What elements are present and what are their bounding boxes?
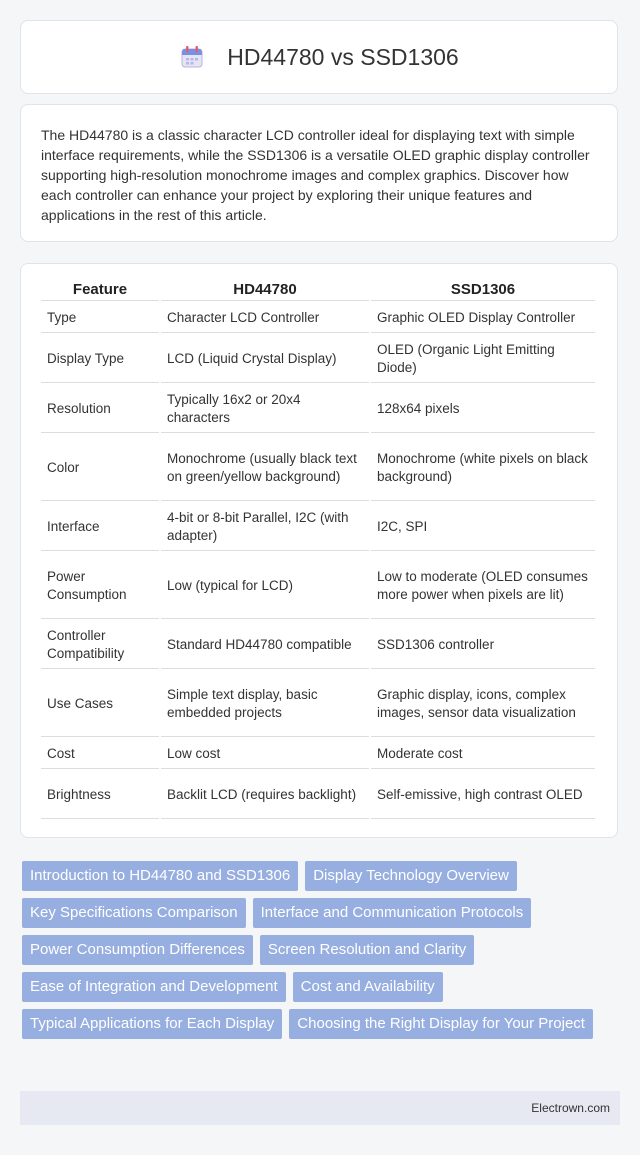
- cell-feature: Power Consumption: [41, 553, 159, 619]
- topic-tag[interactable]: Cost and Availability: [292, 972, 443, 1002]
- table-row: Resolution Typically 16x2 or 20x4 charact…: [41, 385, 595, 433]
- cell-ssd1306: SSD1306 controller: [371, 621, 595, 669]
- cell-feature: Resolution: [41, 385, 159, 433]
- cell-hd44780: LCD (Liquid Crystal Display): [161, 335, 369, 383]
- topic-tag[interactable]: Display Technology Overview: [305, 861, 517, 891]
- topic-tag[interactable]: Typical Applications for Each Display: [22, 1009, 283, 1039]
- cell-hd44780: Simple text display, basic embedded proj…: [161, 671, 369, 737]
- cell-ssd1306: I2C, SPI: [371, 503, 595, 551]
- page-title-text: HD44780 vs SSD1306: [227, 43, 459, 70]
- topic-tag[interactable]: Choosing the Right Display for Your Proj…: [289, 1009, 593, 1039]
- cell-hd44780: Typically 16x2 or 20x4 characters: [161, 385, 369, 433]
- topic-tag[interactable]: Interface and Communication Protocols: [252, 898, 532, 928]
- table-row: Use Cases Simple text display, basic embe…: [41, 671, 595, 737]
- cell-hd44780: Low (typical for LCD): [161, 553, 369, 619]
- cell-ssd1306: OLED (Organic Light Emitting Diode): [371, 335, 595, 383]
- header-ssd1306: SSD1306: [371, 280, 595, 301]
- table-row: Type Character LCD Controller Graphic OLED…: [41, 303, 595, 333]
- cell-hd44780: Backlit LCD (requires backlight): [161, 771, 369, 819]
- cell-ssd1306: Moderate cost: [371, 739, 595, 769]
- cell-ssd1306: Low to moderate (OLED consumes more powe…: [371, 553, 595, 619]
- comparison-table: Feature HD44780 SSD1306 Type Character LC…: [39, 278, 597, 821]
- title-card: HD44780 vs SSD1306: [20, 20, 618, 94]
- topic-tag[interactable]: Key Specifications Comparison: [22, 898, 246, 928]
- cell-hd44780: Standard HD44780 compatible: [161, 621, 369, 669]
- header-feature: Feature: [41, 280, 159, 301]
- cell-hd44780: 4-bit or 8-bit Parallel, I2C (with adapt…: [161, 503, 369, 551]
- table-row: Interface 4-bit or 8-bit Parallel, I2C (w…: [41, 503, 595, 551]
- cell-ssd1306: Self-emissive, high contrast OLED: [371, 771, 595, 819]
- cell-feature: Color: [41, 435, 159, 501]
- table-row: Cost Low cost Moderate cost: [41, 739, 595, 769]
- topic-tag[interactable]: Introduction to HD44780 and SSD1306: [22, 861, 299, 891]
- cell-feature: Brightness: [41, 771, 159, 819]
- topic-tag[interactable]: Ease of Integration and Development: [22, 972, 286, 1002]
- page-title: HD44780 vs SSD1306: [179, 43, 459, 71]
- footer-brand: Electrown.com: [531, 1101, 610, 1115]
- intro-paragraph: The HD44780 is a classic character LCD c…: [41, 127, 590, 223]
- cell-feature: Use Cases: [41, 671, 159, 737]
- topic-tag[interactable]: Power Consumption Differences: [22, 935, 253, 965]
- cell-feature: Type: [41, 303, 159, 333]
- cell-ssd1306: Graphic OLED Display Controller: [371, 303, 595, 333]
- table-header-row: Feature HD44780 SSD1306: [41, 280, 595, 301]
- cell-ssd1306: Monochrome (white pixels on black backgr…: [371, 435, 595, 501]
- table-row: Display Type LCD (Liquid Crystal Display)…: [41, 335, 595, 383]
- cell-ssd1306: 128x64 pixels: [371, 385, 595, 433]
- table-row: Brightness Backlit LCD (requires backligh…: [41, 771, 595, 819]
- cell-ssd1306: Graphic display, icons, complex images, …: [371, 671, 595, 737]
- header-hd44780: HD44780: [161, 280, 369, 301]
- cell-feature: Interface: [41, 503, 159, 551]
- table-row: Power Consumption Low (typical for LCD) Lo…: [41, 553, 595, 619]
- comparison-card: Feature HD44780 SSD1306 Type Character LC…: [20, 263, 618, 838]
- cell-hd44780: Low cost: [161, 739, 369, 769]
- cell-hd44780: Character LCD Controller: [161, 303, 369, 333]
- cell-feature: Display Type: [41, 335, 159, 383]
- cell-feature: Controller Compatibility: [41, 621, 159, 669]
- intro-card: The HD44780 is a classic character LCD c…: [20, 104, 618, 242]
- cell-feature: Cost: [41, 739, 159, 769]
- footer: Electrown.com: [20, 1091, 620, 1125]
- table-row: Color Monochrome (usually black text on g…: [41, 435, 595, 501]
- topic-tags: Introduction to HD44780 and SSD1306 Displ…: [22, 861, 612, 1039]
- cell-hd44780: Monochrome (usually black text on green/…: [161, 435, 369, 501]
- topic-tag[interactable]: Screen Resolution and Clarity: [259, 935, 475, 965]
- calendar-icon: [179, 44, 205, 70]
- table-row: Controller Compatibility Standard HD44780…: [41, 621, 595, 669]
